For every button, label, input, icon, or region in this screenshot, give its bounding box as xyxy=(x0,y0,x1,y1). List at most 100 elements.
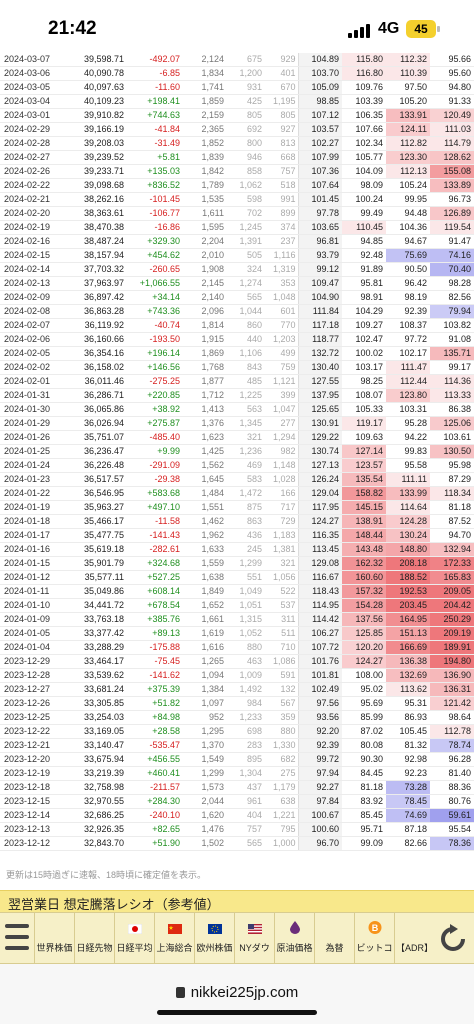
table-row: 2024-01-26 35,751.07 -485.40 1,623 321 1,294 1… xyxy=(0,430,474,445)
count-cell: 1,638 xyxy=(182,570,226,585)
close-cell: 33,681.24 xyxy=(62,682,126,697)
nav-item-0[interactable]: 世界株価 xyxy=(34,913,74,965)
ratio-cell: 104.29 xyxy=(342,304,386,319)
change-cell: +385.76 xyxy=(126,612,182,627)
date-cell: 2023-12-19 xyxy=(0,766,62,781)
change-cell: +82.65 xyxy=(126,822,182,837)
advance-cell: 805 xyxy=(226,108,264,123)
browser-address-bar[interactable]: nikkei225jp.com xyxy=(0,964,474,1024)
close-cell: 33,675.94 xyxy=(62,752,126,767)
url-display[interactable]: nikkei225jp.com xyxy=(0,984,474,1001)
decline-cell: 1,330 xyxy=(264,738,299,753)
date-cell: 2024-03-07 xyxy=(0,53,62,67)
ratio-cell: 98.91 xyxy=(342,290,386,305)
nav-item-1[interactable]: 日経先物 xyxy=(74,913,114,965)
ratio-cell: 192.53 xyxy=(386,584,430,599)
ratio-cell: 111.11 xyxy=(386,472,430,487)
date-cell: 2024-01-15 xyxy=(0,556,62,571)
ratio-cell: 99.49 xyxy=(342,206,386,221)
ratio-cell: 120.49 xyxy=(430,108,474,123)
advance-cell: 463 xyxy=(226,654,264,669)
table-row: 2024-01-05 33,377.42 +89.13 1,619 1,052 511 10… xyxy=(0,626,474,641)
ratio-cell: 116.80 xyxy=(342,66,386,81)
date-cell: 2024-01-31 xyxy=(0,388,62,403)
ratio-cell: 107.64 xyxy=(298,178,342,193)
count-cell: 1,562 xyxy=(182,458,226,473)
menu-icon[interactable] xyxy=(2,923,32,951)
ratio-cell: 138.91 xyxy=(342,514,386,529)
ratio-cell: 117.18 xyxy=(298,318,342,333)
count-cell: 1,623 xyxy=(182,430,226,445)
advance-cell: 1,236 xyxy=(226,444,264,459)
change-cell: +196.14 xyxy=(126,346,182,361)
ratio-cell: 105.77 xyxy=(342,150,386,165)
ratio-cell: 103.39 xyxy=(342,94,386,109)
ratio-cell: 124.27 xyxy=(298,514,342,529)
ratio-cell: 116.35 xyxy=(298,528,342,543)
forecast-banner[interactable]: 翌営業日 想定騰落レシオ（参考値） xyxy=(0,890,474,912)
count-cell: 1,768 xyxy=(182,360,226,375)
ratio-cell: 78.74 xyxy=(430,738,474,753)
count-cell: 1,619 xyxy=(182,626,226,641)
ratio-table-scroll[interactable]: 2024-03-07 39,598.71 -492.07 2,124 675 929 104… xyxy=(0,53,474,865)
decline-cell: 277 xyxy=(264,416,299,431)
ratio-cell: 164.95 xyxy=(386,612,430,627)
count-cell: 1,476 xyxy=(182,822,226,837)
nav-item-7[interactable]: 為替 xyxy=(314,913,354,965)
count-cell: 1,299 xyxy=(182,766,226,781)
nav-item-9[interactable]: 【ADR】 xyxy=(394,913,434,965)
ratio-cell: 96.73 xyxy=(430,192,474,207)
advance-cell: 425 xyxy=(226,94,264,109)
date-cell: 2024-01-29 xyxy=(0,416,62,431)
ratio-cell: 105.45 xyxy=(386,724,430,739)
advance-cell: 843 xyxy=(226,360,264,375)
decline-cell: 1,183 xyxy=(264,528,299,543)
close-cell: 36,226.48 xyxy=(62,458,126,473)
ratio-cell: 113.45 xyxy=(298,542,342,557)
ratio-cell: 203.45 xyxy=(386,598,430,613)
ratio-cell: 93.56 xyxy=(298,710,342,725)
ratio-cell: 194.80 xyxy=(430,654,474,669)
nav-item-4[interactable]: 欧州株価 xyxy=(194,913,234,965)
ratio-cell: 148.44 xyxy=(342,528,386,543)
decline-cell: 374 xyxy=(264,220,299,235)
change-cell: +284.30 xyxy=(126,794,182,809)
home-indicator[interactable] xyxy=(157,1010,317,1015)
count-cell: 1,611 xyxy=(182,206,226,221)
refresh-icon[interactable] xyxy=(436,923,470,955)
ratio-cell: 91.08 xyxy=(430,332,474,347)
count-cell: 2,145 xyxy=(182,276,226,291)
decline-cell: 353 xyxy=(264,276,299,291)
ratio-cell: 109.76 xyxy=(342,80,386,95)
ratio-cell: 124.11 xyxy=(386,122,430,137)
change-cell: +744.63 xyxy=(126,108,182,123)
decline-cell: 1,221 xyxy=(264,808,299,823)
ratio-cell: 115.80 xyxy=(342,53,386,67)
ratio-cell: 112.13 xyxy=(386,164,430,179)
ratio-cell: 108.00 xyxy=(342,668,386,683)
decline-cell: 511 xyxy=(264,626,299,641)
ratio-cell: 145.15 xyxy=(342,500,386,515)
close-cell: 39,910.82 xyxy=(62,108,126,123)
change-cell: -41.84 xyxy=(126,122,182,137)
change-cell: +456.55 xyxy=(126,752,182,767)
ratio-cell: 105.33 xyxy=(342,402,386,417)
advance-cell: 895 xyxy=(226,752,264,767)
advance-cell: 1,106 xyxy=(226,346,264,361)
advance-cell: 565 xyxy=(226,836,264,851)
ratio-cell: 96.81 xyxy=(298,234,342,249)
nav-item-3[interactable]: 上海総合 xyxy=(154,913,194,965)
nav-item-5[interactable]: NYダウ xyxy=(234,913,274,965)
ratio-cell: 135.54 xyxy=(342,472,386,487)
change-cell: -291.09 xyxy=(126,458,182,473)
ratio-cell: 250.29 xyxy=(430,612,474,627)
nav-item-8[interactable]: B ビットコ xyxy=(354,913,394,965)
close-cell: 36,863.28 xyxy=(62,304,126,319)
nav-item-2[interactable]: 日経平均 xyxy=(114,913,154,965)
ratio-cell: 78.45 xyxy=(386,794,430,809)
count-cell: 1,616 xyxy=(182,640,226,655)
nav-item-6[interactable]: 原油価格 xyxy=(274,913,314,965)
ratio-cell: 104.36 xyxy=(386,220,430,235)
count-cell: 1,535 xyxy=(182,192,226,207)
ratio-cell: 165.83 xyxy=(430,570,474,585)
